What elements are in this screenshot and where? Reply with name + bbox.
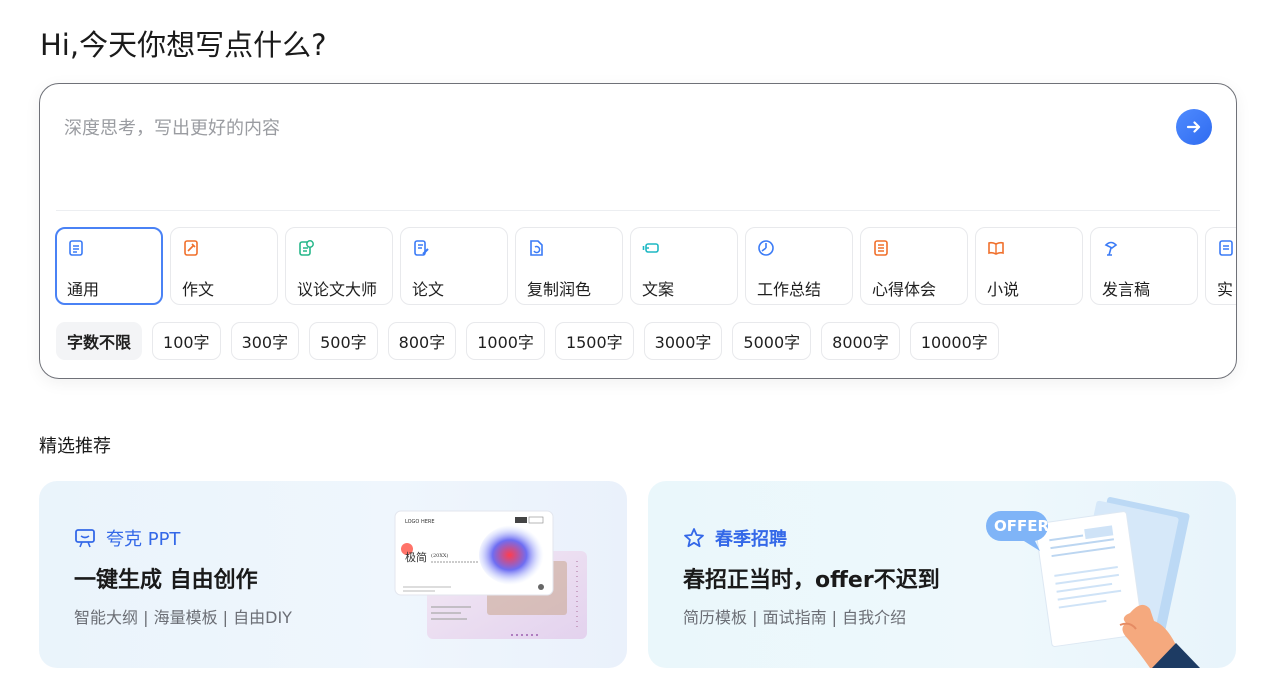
paper-pen-icon — [414, 240, 429, 256]
word-count-option[interactable]: 500字 — [309, 322, 378, 360]
card-tag: 夸克 PPT — [74, 525, 180, 551]
card-tag-label: 夸克 PPT — [106, 529, 181, 550]
word-count-list: 字数不限 100字 300字 500字 800字 1000字 1500字 300… — [56, 322, 999, 360]
book-icon — [988, 241, 1004, 255]
notebook-icon — [874, 240, 888, 256]
word-count-option[interactable]: 1000字 — [466, 322, 545, 360]
type-label: 小说 — [987, 280, 1020, 299]
writing-type-list: 通用 作文 议论文大师 论文 复制润色 文案 工作总结 心得体会 小说 发言稿 … — [55, 227, 1236, 305]
page-title: Hi,今天你想写点什么? — [40, 28, 327, 62]
word-count-option[interactable]: 100字 — [152, 322, 221, 360]
type-copywriting[interactable]: 文案 — [630, 227, 738, 305]
type-label: 实 — [1217, 280, 1234, 299]
star-icon — [684, 528, 704, 548]
type-polish[interactable]: 复制润色 — [515, 227, 623, 305]
type-label: 文案 — [642, 280, 675, 299]
tag-icon — [642, 243, 659, 253]
composer-divider — [56, 210, 1220, 211]
offer-letter-illustration: OFFER — [986, 497, 1200, 668]
type-argument-master[interactable]: 议论文大师 — [285, 227, 393, 305]
type-label: 议论文大师 — [297, 280, 378, 299]
type-essay[interactable]: 作文 — [170, 227, 278, 305]
word-count-option[interactable]: 300字 — [230, 322, 300, 360]
recommend-section-title: 精选推荐 — [39, 436, 111, 457]
type-thesis[interactable]: 论文 — [400, 227, 508, 305]
type-reflection[interactable]: 心得体会 — [860, 227, 968, 305]
thumb-year: (20XX) — [431, 552, 448, 559]
type-label: 复制润色 — [527, 280, 592, 299]
send-button[interactable] — [1176, 109, 1212, 145]
pie-chart-icon — [758, 240, 774, 256]
edit-note-icon — [184, 240, 198, 256]
type-label: 工作总结 — [757, 280, 822, 299]
document-refresh-icon — [530, 240, 543, 256]
word-count-option[interactable]: 10000字 — [909, 322, 999, 360]
type-label: 心得体会 — [872, 280, 937, 299]
document-check-icon — [299, 240, 314, 256]
document-icon — [69, 240, 83, 256]
word-count-unlimited[interactable]: 字数不限 — [56, 322, 143, 360]
type-speech[interactable]: 发言稿 — [1090, 227, 1198, 305]
type-report[interactable]: 实 — [1205, 227, 1236, 305]
type-label: 作文 — [182, 280, 215, 299]
prompt-input[interactable] — [64, 112, 1144, 144]
presentation-icon — [75, 529, 95, 548]
card-subtitle: 简历模板 | 面试指南 | 自我介绍 — [683, 608, 907, 627]
type-novel[interactable]: 小说 — [975, 227, 1083, 305]
microphone-icon — [1104, 241, 1118, 256]
type-label: 发言稿 — [1102, 280, 1151, 299]
type-general[interactable]: 通用 — [55, 227, 163, 305]
arrow-right-icon — [1186, 121, 1201, 133]
thumb-title: 极简 — [405, 550, 427, 564]
word-count-option[interactable]: 8000字 — [821, 322, 900, 360]
report-icon — [1219, 240, 1233, 256]
ppt-template-illustration: LOGO HERE 极简 (20XX) — [394, 510, 587, 639]
recommend-card-ppt[interactable]: 夸克 PPT 一键生成 自由创作 智能大纲 | 海量模板 | 自由DIY LOG… — [39, 481, 627, 668]
recommend-card-recruit[interactable]: 春季招聘 春招正当时，offer不迟到 简历模板 | 面试指南 | 自我介绍 O… — [648, 481, 1236, 668]
card-tag: 春季招聘 — [683, 525, 787, 551]
type-label: 通用 — [67, 280, 100, 299]
card-headline: 一键生成 自由创作 — [74, 568, 258, 593]
card-headline: 春招正当时，offer不迟到 — [683, 568, 940, 593]
offer-badge-text: OFFER — [994, 517, 1049, 535]
type-work-summary[interactable]: 工作总结 — [745, 227, 853, 305]
card-tag-label: 春季招聘 — [715, 529, 787, 550]
prompt-composer: 通用 作文 议论文大师 论文 复制润色 文案 工作总结 心得体会 — [39, 83, 1237, 379]
word-count-option[interactable]: 800字 — [387, 322, 457, 360]
card-subtitle: 智能大纲 | 海量模板 | 自由DIY — [74, 608, 292, 627]
word-count-option[interactable]: 5000字 — [732, 322, 812, 360]
type-label: 论文 — [412, 280, 445, 299]
thumb-logo: LOGO HERE — [405, 519, 435, 525]
word-count-option[interactable]: 1500字 — [554, 322, 634, 360]
word-count-option[interactable]: 3000字 — [643, 322, 723, 360]
